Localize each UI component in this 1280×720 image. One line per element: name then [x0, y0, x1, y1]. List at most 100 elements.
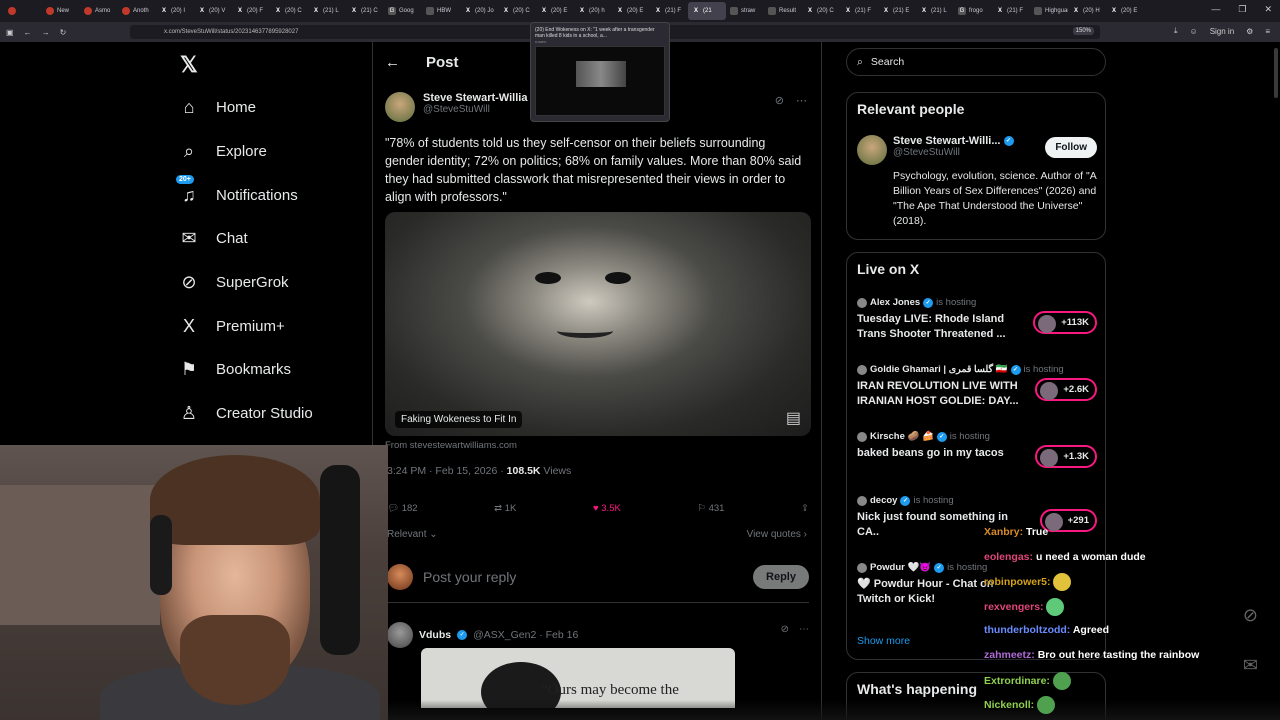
live-item[interactable]: Alex Jones ✓ is hosting Tuesday LIVE: Rhode…	[857, 297, 1097, 342]
live-title[interactable]: IRAN REVOLUTION LIVE WITH IRANIAN HOST G…	[857, 379, 1027, 409]
account-icon[interactable]: ☺	[1190, 27, 1198, 36]
mail-icon[interactable]: ✉	[1243, 655, 1258, 676]
person-name[interactable]: Steve Stewart-Willi... ✓	[893, 135, 1014, 147]
avatar[interactable]	[387, 622, 413, 648]
chat-username[interactable]: rexvengers:	[984, 601, 1044, 613]
reply-post[interactable]: Vdubs ✓ @ASX_Gen2 · Feb 16 ⊘ ⋯ “Ours may…	[387, 622, 809, 708]
avatar[interactable]	[857, 135, 887, 165]
zoom-level[interactable]: 150%	[1072, 27, 1094, 35]
chat-username[interactable]: Xanbry:	[984, 526, 1023, 538]
close-window-icon[interactable]: ✕	[1264, 4, 1272, 15]
search-input[interactable]: ⌕ Search	[846, 48, 1106, 76]
sort-dropdown[interactable]: Relevant ⌄	[387, 529, 438, 540]
live-title[interactable]: Tuesday LIVE: Rhode Island Trans Shooter…	[857, 312, 1027, 342]
live-host[interactable]: Alex Jones ✓ is hosting	[857, 297, 1097, 308]
author-name[interactable]: Steve Stewart-Willia	[423, 92, 527, 104]
live-listener-count[interactable]: +113K	[1033, 311, 1097, 334]
browser-tab[interactable]: X (21) L	[916, 2, 954, 20]
reload-icon[interactable]: ↻	[60, 28, 67, 37]
browser-tab[interactable]: Gfrogo	[954, 2, 992, 20]
person-handle[interactable]: @SteveStuWill	[893, 147, 1014, 158]
browser-tab[interactable]: X (20) h	[574, 2, 612, 20]
live-listener-count[interactable]: +1.3K	[1035, 445, 1097, 468]
nav-item-premium[interactable]: X Premium+	[178, 304, 368, 348]
chat-username[interactable]: robinpower5:	[984, 576, 1051, 588]
minimize-icon[interactable]: —	[1211, 4, 1220, 15]
browser-tab[interactable]: X (20) E	[536, 2, 574, 20]
follow-button[interactable]: Follow	[1045, 137, 1097, 158]
browser-tab[interactable]: Result	[764, 2, 802, 20]
forward-icon[interactable]: →	[42, 28, 50, 37]
grok-icon[interactable]: ⊘	[775, 94, 784, 107]
browser-tab[interactable]: X (20) C	[270, 2, 308, 20]
link-source[interactable]: From stevestewartwilliams.com	[385, 440, 517, 451]
browser-tab[interactable]: G Goog	[384, 2, 422, 20]
browser-tab[interactable]: straw	[726, 2, 764, 20]
reply-input[interactable]: Post your reply	[423, 569, 743, 585]
browser-tab[interactable]	[4, 2, 42, 20]
chat-username[interactable]: zahmeetz:	[984, 649, 1035, 661]
browser-tab[interactable]: X (20) E	[612, 2, 650, 20]
more-icon[interactable]: ⋯	[799, 624, 809, 635]
browser-tab[interactable]: X (21) F	[992, 2, 1030, 20]
extensions-icon[interactable]: ⚙	[1246, 27, 1253, 36]
media-caption[interactable]: Faking Wokeness to Fit In	[395, 411, 523, 428]
menu-icon[interactable]: ≡	[1265, 27, 1270, 36]
nav-item-explore[interactable]: ⌕ Explore	[178, 130, 368, 174]
live-listener-count[interactable]: +2.6K	[1035, 378, 1097, 401]
back-icon[interactable]: ←	[24, 28, 32, 37]
browser-tab[interactable]: X (20) F	[232, 2, 270, 20]
chat-username[interactable]: Nickenoll:	[984, 699, 1034, 711]
browser-tab[interactable]: Asmo	[80, 2, 118, 20]
browser-tab[interactable]: New	[42, 2, 80, 20]
share-icon[interactable]: ⇪	[801, 503, 809, 514]
sidebar-toggle-icon[interactable]: ▣	[6, 28, 14, 37]
live-host[interactable]: Goldie Ghamari | گلسا قمری 🇮🇷 ✓ is hosting	[857, 364, 1097, 375]
reply-button[interactable]: Reply	[753, 565, 809, 589]
nav-item-creator-studio[interactable]: ♙ Creator Studio	[178, 392, 368, 436]
x-logo-icon[interactable]: 𝕏	[180, 52, 198, 78]
browser-tab[interactable]: HBW	[422, 2, 460, 20]
more-icon[interactable]: ⋯	[796, 94, 807, 107]
chat-username[interactable]: eolengas:	[984, 551, 1033, 563]
browser-tab[interactable]: X (21) L	[308, 2, 346, 20]
browser-tab[interactable]: X (21) F	[840, 2, 878, 20]
live-host[interactable]: decoy ✓ is hosting	[857, 495, 1097, 506]
browser-tab[interactable]: X (21	[688, 2, 726, 20]
back-arrow-icon[interactable]: ←	[385, 54, 400, 71]
browser-tab[interactable]: X (21) C	[346, 2, 384, 20]
nav-item-home[interactable]: ⌂ Home	[178, 86, 368, 130]
signin-label[interactable]: Sign in	[1210, 27, 1234, 36]
live-item[interactable]: Kirsche 🥔 🍰 ✓ is hosting baked beans go in …	[857, 431, 1097, 468]
browser-tab[interactable]: X (20) V	[194, 2, 232, 20]
nav-item-supergrok[interactable]: ⊘ SuperGrok	[178, 261, 368, 305]
reply-media-image[interactable]: “Ours may become the	[421, 648, 735, 708]
like-action[interactable]: ♥ 3.5K	[593, 503, 621, 514]
chat-username[interactable]: Extrordinare:	[984, 674, 1050, 686]
reply-author-name[interactable]: Vdubs	[419, 629, 451, 641]
live-item[interactable]: Goldie Ghamari | گلسا قمری 🇮🇷 ✓ is hosting…	[857, 364, 1097, 409]
browser-tab[interactable]: X (21) F	[650, 2, 688, 20]
nav-item-notifications[interactable]: ♫ 20+ Notifications	[176, 173, 368, 217]
post-time[interactable]: 3:24 PM · Feb 15, 2026 ·	[387, 465, 507, 477]
nav-item-chat[interactable]: ✉ Chat	[178, 217, 368, 261]
nav-item-bookmarks[interactable]: ⚑ Bookmarks	[178, 348, 368, 392]
browser-tab[interactable]: X (20) H	[1068, 2, 1106, 20]
grok-icon[interactable]: ⊘	[781, 624, 789, 635]
bookmark-action[interactable]: ⚐ 431	[697, 503, 724, 514]
restore-icon[interactable]: ❐	[1238, 4, 1246, 15]
scrollbar[interactable]	[1274, 48, 1278, 98]
browser-tab[interactable]: Anoth	[118, 2, 156, 20]
show-more-link[interactable]: Show more	[857, 635, 910, 647]
author-handle[interactable]: @SteveStuWill	[423, 104, 527, 115]
browser-tab[interactable]: X (20) E	[1106, 2, 1144, 20]
download-icon[interactable]: ⤓	[1174, 26, 1178, 36]
browser-tab[interactable]: X (20) Jo	[460, 2, 498, 20]
browser-tab[interactable]: X (20) I	[156, 2, 194, 20]
avatar[interactable]	[385, 92, 415, 122]
browser-tab[interactable]: X (21) E	[878, 2, 916, 20]
relevant-person[interactable]: Steve Stewart-Willi... ✓ @SteveStuWill F…	[857, 135, 1097, 229]
reply-action[interactable]: 💬︎ 182	[387, 503, 418, 514]
chat-username[interactable]: thunderboltzodd:	[984, 624, 1070, 636]
browser-tab[interactable]: X (20) C	[802, 2, 840, 20]
